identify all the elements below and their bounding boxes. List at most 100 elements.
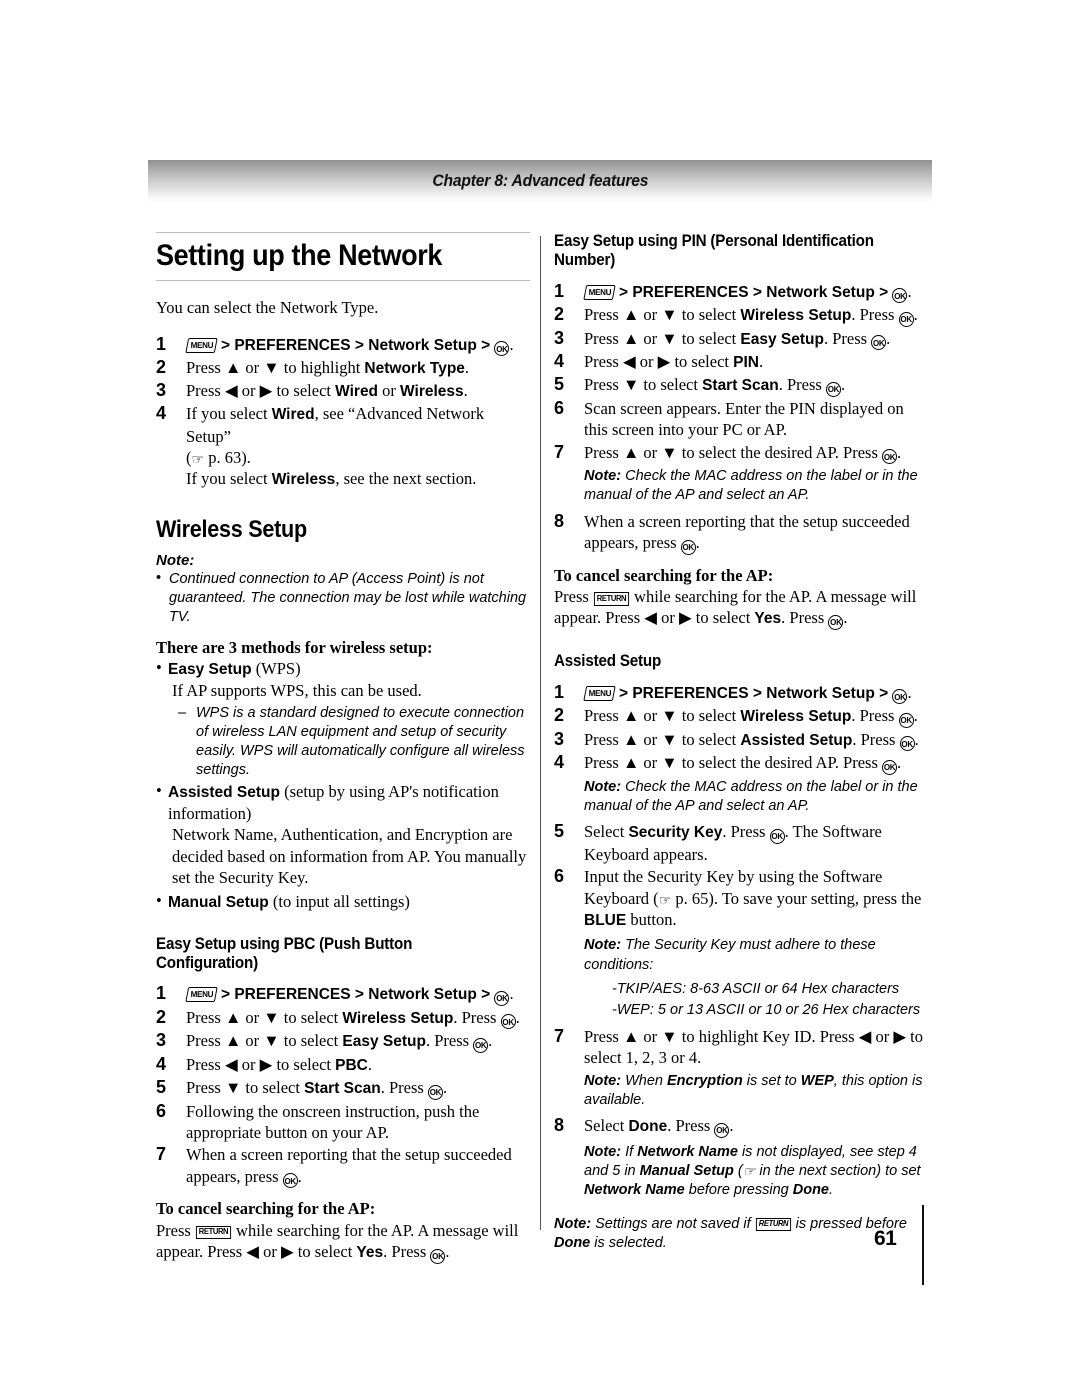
step-number: 2 [554,705,565,726]
step-note: Note: When Encryption is set to WEP, thi… [584,1072,923,1109]
step-item: 2 Press ▲ or ▼ to select Wireless Setup.… [554,304,928,327]
note-bullet-item: Continued connection to AP (Access Point… [156,569,530,628]
step-item: 5 Select Security Key. Press OK. The Sof… [554,821,882,864]
section-heading-block: Setting up the Network [156,232,530,282]
wireless-setup-heading: Wireless Setup [156,515,307,543]
note-label: Note: [156,551,195,569]
network-setup-label: Network Setup [368,336,477,354]
step-number: 7 [156,1144,167,1165]
pin-heading: Easy Setup using PIN (Personal Identific… [554,232,874,269]
pointer-hand-icon: ☞ [658,893,672,909]
assisted-steps: 1 MENU > PREFERENCES > Network Setup > O… [554,682,928,1201]
note-bullets: Continued connection to AP (Access Point… [156,569,530,628]
step-number: 2 [554,304,565,325]
pbc-steps: 1 MENU > PREFERENCES > Network Setup > O… [156,983,530,1189]
step-number: 1 [554,681,565,702]
ok-key-icon: OK [473,1037,489,1053]
step-item: 2 Press ▲ or ▼ to select Wireless Setup.… [156,1007,530,1030]
security-key-condition: -TKIP/AES: 8-63 ASCII or 64 Hex characte… [612,980,900,997]
step-number: 2 [156,1006,167,1027]
footer-rule [922,1205,924,1285]
manual-page: Chapter 8: Advanced features Setting up … [0,0,1080,1397]
page-title: Setting up the Network [156,239,443,272]
step-note: Note: If Network Name is not displayed, … [584,1143,921,1199]
ok-key-icon: OK [898,712,914,728]
step-number: 1 [156,983,167,1004]
ok-key-icon: OK [892,689,908,705]
step-text: Press ▲ or ▼ to highlight [186,358,365,378]
ok-key-icon: OK [427,1084,443,1100]
ok-key-icon: OK [882,759,898,775]
step-item: 7 When a screen reporting that the setup… [156,1144,530,1189]
return-key-icon: RETURN [755,1217,791,1232]
ok-key-icon: OK [898,311,914,327]
step-number: 7 [554,441,565,462]
step-bold: Wired [335,383,379,401]
methods-heading: There are 3 methods for wireless setup: [156,637,433,657]
step-item: 7 Press ▲ or ▼ to highlight Key ID. Pres… [554,1026,928,1110]
step-note: Note: The Security Key must adhere to th… [584,937,876,973]
return-key-icon: RETURN [593,592,629,606]
step-item: 1 MENU > PREFERENCES > Network Setup > O… [554,682,928,705]
method-name: Manual Setup [168,893,269,911]
step-item: 8 When a screen reporting that the setup… [554,511,928,555]
step-item: 1 MENU > PREFERENCES > Network Setup > O… [156,334,530,357]
column-divider [540,236,541,1230]
ok-key-icon: OK [882,449,898,465]
ok-key-icon: OK [430,1248,446,1264]
security-key-condition: -WEP: 5 or 13 ASCII or 10 or 26 Hex char… [612,1001,921,1018]
pbc-heading: Easy Setup using PBC (Push Button Config… [156,934,413,972]
step-item: 2 Press ▲ or ▼ to highlight Network Type… [156,357,530,379]
step-number: 6 [554,866,565,887]
ok-key-icon: OK [714,1122,730,1138]
step-item: 3 Press ▲ or ▼ to select Assisted Setup.… [554,729,928,752]
step-number: 4 [156,1053,167,1074]
step-number: 4 [554,752,565,773]
step-item: 6 Following the onscreen instruction, pu… [156,1100,480,1142]
step-number: 3 [554,327,565,348]
menu-key-icon: MENU [185,987,218,1003]
step-number: 7 [554,1025,565,1046]
intro-paragraph: You can select the Network Type. [156,298,379,318]
step-number: 8 [554,1115,565,1136]
method-easy-setup-wps-note: WPS is a standard designed to execute co… [156,704,530,781]
step-bold: Wireless [271,471,336,489]
cancel-search-heading: To cancel searching for the AP: [156,1199,376,1219]
method-assisted-setup: Assisted Setup (setup by using AP's noti… [156,780,530,825]
method-name: Easy Setup [168,661,252,679]
final-note: Note: Settings are not saved if RETURN i… [554,1215,907,1251]
step-number: 1 [156,333,167,354]
step-number: 4 [156,403,167,424]
cancel-search-heading: To cancel searching for the AP: [554,565,774,585]
pointer-hand-icon: ☞ [742,1163,756,1180]
step-item: 7 Press ▲ or ▼ to select the desired AP.… [554,442,928,506]
step-number: 6 [554,397,565,418]
step-item: 1 MENU > PREFERENCES > Network Setup > O… [156,983,530,1006]
step-number: 1 [554,280,565,301]
step-item: 4 Press ◀ or ▶ to select PBC. [156,1054,530,1076]
step-item: 3 Press ▲ or ▼ to select Easy Setup. Pre… [156,1030,530,1053]
menu-key-icon: MENU [583,685,616,701]
cancel-search-text: Press RETURN while searching for the AP.… [554,586,928,630]
step-item: 5 Press ▼ to select Start Scan. Press OK… [554,374,928,397]
step-bold: Wireless [400,383,464,401]
step-item: 3 Press ▲ or ▼ to select Easy Setup. Pre… [554,328,928,351]
ok-key-icon: OK [825,381,841,397]
step-number: 2 [156,357,167,378]
step-item: 2 Press ▲ or ▼ to select Wireless Setup.… [554,705,928,728]
pointer-hand-icon: ☞ [191,452,205,468]
step-number: 4 [554,351,565,372]
method-manual-setup: Manual Setup (to input all settings) [156,890,530,913]
step-item: 8 Select Done. Press OK. Note: If Networ… [554,1115,928,1200]
step-item: 5 Press ▼ to select Start Scan. Press OK… [156,1077,530,1100]
left-column: Setting up the Network You can select th… [156,232,530,1270]
ok-key-icon: OK [871,335,887,351]
ok-key-icon: OK [494,990,510,1006]
page-number: 61 [874,1227,897,1250]
network-type-steps: 1 MENU > PREFERENCES > Network Setup > O… [156,334,530,491]
step-number: 3 [156,380,167,401]
ok-key-icon: OK [828,614,844,630]
ok-key-icon: OK [892,288,908,304]
assisted-setup-heading: Assisted Setup [554,651,662,670]
step-number: 5 [156,1077,167,1097]
